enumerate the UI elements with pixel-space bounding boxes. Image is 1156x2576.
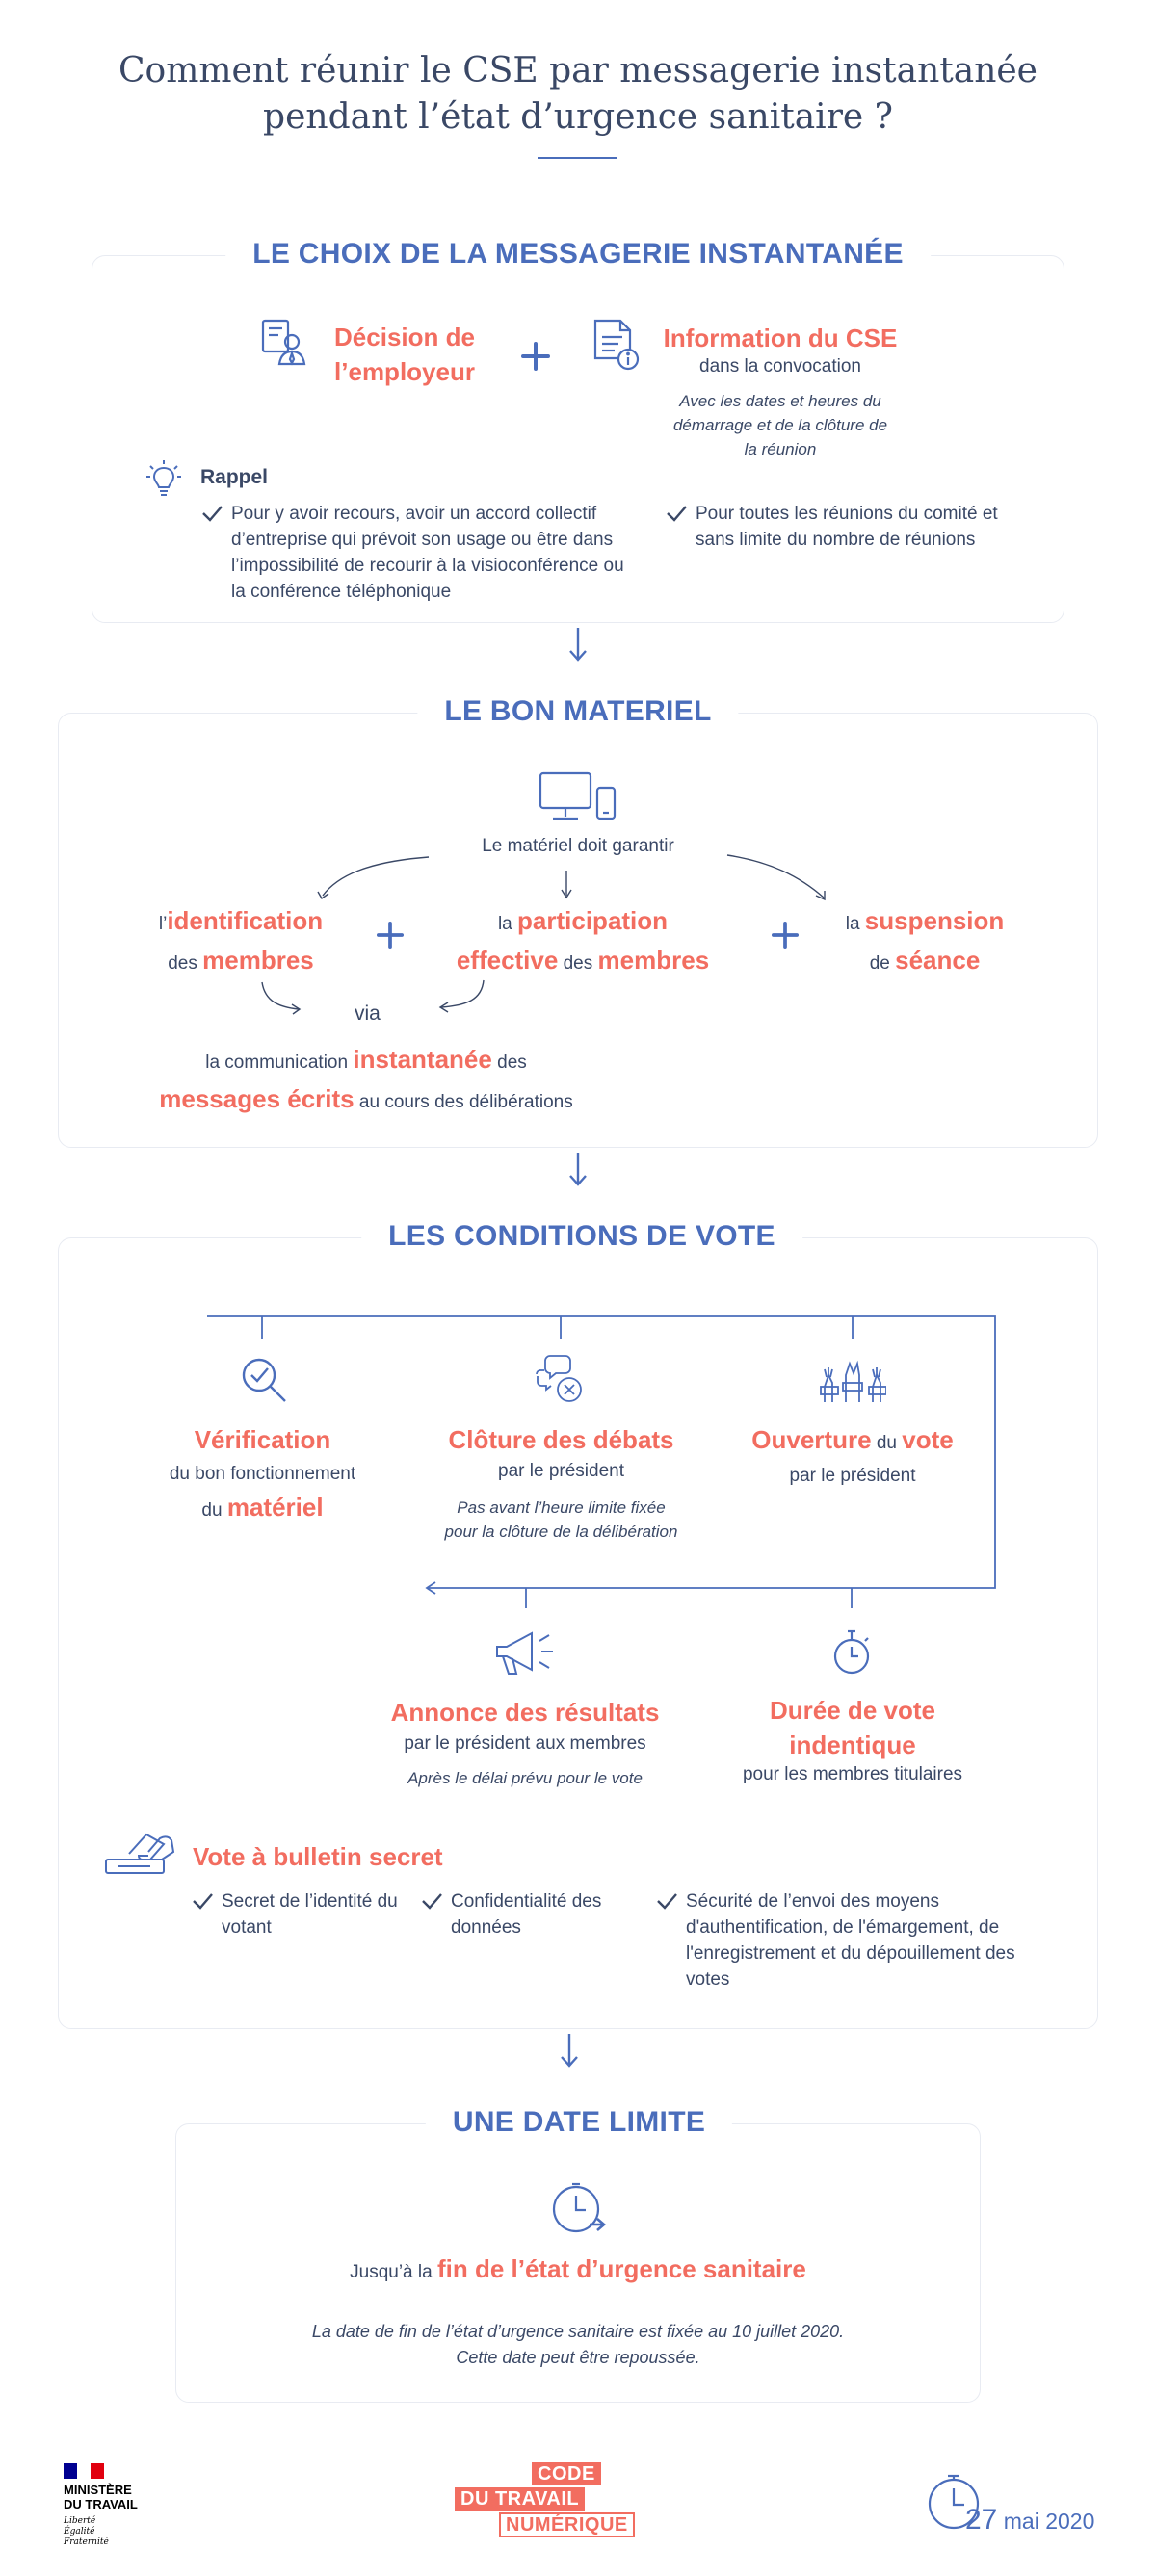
secret-title: Vote à bulletin secret [193,1842,443,1871]
clock-arrow-icon [549,2182,607,2236]
section-deadline-title: UNE DATE LIMITE [425,2106,733,2139]
deadline-line: Jusqu’à la fin de l’état d’urgence sanit… [183,2250,973,2293]
verif-sub2-pre: du [201,1500,227,1521]
cloture-sub: par le président [498,1461,624,1481]
ballot-hand-icon [100,1831,177,1877]
footer-date: 27 mai 2020 [965,2504,1094,2537]
secret-item-3: Sécurité de l’envoi des moyens d'authent… [655,1888,1060,1992]
date-day: 27 [965,2504,998,2536]
cloture-title: Clôture des débats [448,1425,674,1454]
verification-block: Vérification du bon fonctionnement du ma… [135,1420,390,1529]
ministry-line1: MINISTÈRE [64,2483,132,2497]
secret-item-1: Secret de l’identité du votant [191,1888,398,1940]
annonce-block: Annonce des résultats par le président a… [366,1693,684,1790]
check-icon [422,1893,442,1910]
jusqu-hl: fin de l’état d’urgence sanitaire [436,2254,806,2283]
raised-hands-icon [819,1354,886,1404]
motto3: Fraternité [64,2537,109,2547]
duree-title2: indentique [789,1730,916,1759]
magnifier-check-icon [239,1355,289,1405]
stopwatch-icon [828,1627,875,1678]
ouverture-hl2: vote [902,1425,954,1454]
jusqu-pre: Jusqu’à la [350,2262,437,2282]
logo-line2: DU TRAVAIL [455,2487,586,2511]
motto1: Liberté [64,2516,96,2526]
ouverture-mid: du [871,1433,903,1453]
duree-title1: Durée de vote [770,1696,935,1725]
vote-flow-lines [207,1315,996,1608]
deadline-note1: La date de fin de l’état d’urgence sanit… [311,2322,845,2341]
ministry-logo: MINISTÈRE DU TRAVAIL Liberté Égalité Fra… [64,2463,179,2548]
code-du-travail-logo: CODE DU TRAVAIL NUMÉRIQUE [455,2462,647,2539]
cloture-block: Clôture des débats par le président Pas … [405,1420,718,1544]
logo-line3: NUMÉRIQUE [499,2512,635,2537]
annonce-note: Après le délai prévu pour le vote [407,1769,643,1787]
ouverture-sub: par le président [789,1466,916,1486]
ministry-line2: DU TRAVAIL [64,2497,138,2511]
logo-line1: CODE [532,2462,601,2485]
verif-sub2-hl: matériel [226,1493,324,1522]
deadline-note: La date de fin de l’état d’urgence sanit… [183,2319,973,2371]
date-rest: mai 2020 [997,2509,1095,2534]
check-icon [657,1893,677,1910]
down-arrow-icon [559,2032,580,2069]
annonce-sub: par le président aux membres [404,1733,646,1754]
ouverture-block: Ouverture du vote par le président [722,1420,983,1489]
deadline-note2: Cette date peut être repoussée. [456,2348,700,2367]
secret-item-2: Confidentialité des données [420,1888,637,1940]
motto2: Égalité [64,2527,95,2537]
ouverture-hl: Ouverture [751,1425,872,1454]
verif-sub1: du bon fonctionnement [169,1464,356,1484]
secret-item-1-text: Secret de l’identité du votant [222,1891,398,1938]
chat-close-icon [533,1353,587,1405]
secret-item-2-text: Confidentialité des données [451,1891,602,1938]
marianne-flag [64,2463,104,2479]
secret-item-3-text: Sécurité de l’envoi des moyens d'authent… [686,1891,1015,1990]
cloture-note1: Pas avant l’heure limite fixée [457,1498,666,1517]
cloture-note2: pour la clôture de la délibération [444,1522,678,1541]
cloture-note: Pas avant l’heure limite fixée pour la c… [405,1496,718,1544]
duree-block: Durée de vote indentique pour les membre… [713,1693,992,1787]
verif-title: Vérification [194,1425,331,1454]
megaphone-icon [493,1626,557,1679]
check-icon [193,1893,213,1910]
annonce-title: Annonce des résultats [390,1698,660,1727]
duree-sub: pour les membres titulaires [742,1764,963,1784]
